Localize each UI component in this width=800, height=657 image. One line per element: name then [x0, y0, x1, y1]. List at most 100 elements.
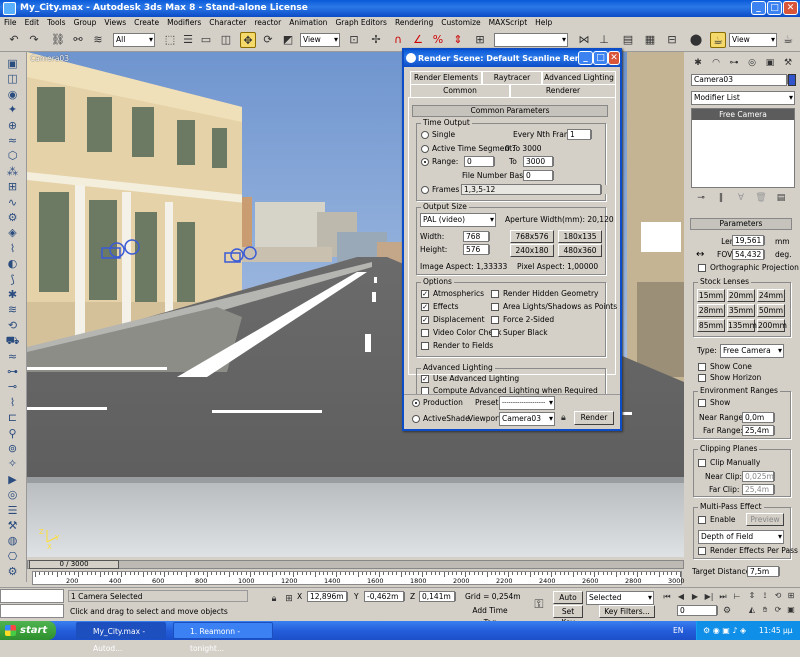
- fracture-icon[interactable]: ✱: [4, 287, 21, 302]
- goto-start-icon[interactable]: ⏮: [661, 591, 673, 603]
- height-spinner[interactable]: 576: [463, 244, 496, 255]
- key-filter-selection-dropdown[interactable]: Selected: [586, 591, 654, 605]
- absolute-mode-icon[interactable]: ⊞: [283, 591, 295, 604]
- tab-advanced-lighting[interactable]: Advanced Lighting: [542, 71, 616, 84]
- multipass-effect-dropdown[interactable]: Depth of Field: [698, 530, 784, 544]
- clip-manually-checkbox[interactable]: [698, 459, 706, 467]
- display-tab-icon[interactable]: ▣: [763, 55, 777, 69]
- range-to-spinner[interactable]: 3000: [523, 156, 560, 167]
- world-icon[interactable]: ◍: [4, 533, 21, 548]
- modify-tab-icon[interactable]: ◠: [709, 55, 723, 69]
- layer-manager-icon[interactable]: ▤: [620, 32, 636, 48]
- select-manipulate-icon[interactable]: ✢: [368, 32, 384, 48]
- object-color-swatch[interactable]: [788, 74, 796, 86]
- hinge-icon[interactable]: ⊸: [4, 379, 21, 394]
- modifier-list-dropdown[interactable]: Modifier List: [691, 91, 795, 105]
- menu-customize[interactable]: Customize: [437, 17, 484, 29]
- configure-sets-icon[interactable]: ▤: [775, 190, 787, 203]
- analyze-icon[interactable]: ◎: [4, 487, 21, 502]
- reference-coordinate-dropdown[interactable]: View: [300, 33, 340, 47]
- y-coordinate-spinner[interactable]: -0,462m: [364, 591, 411, 602]
- maximize-viewport-icon[interactable]: ▣: [785, 604, 797, 616]
- menu-rendering[interactable]: Rendering: [391, 17, 437, 29]
- lens-20mm-button[interactable]: 20mm: [727, 289, 755, 302]
- angle-snap-icon[interactable]: ∠: [410, 32, 426, 48]
- key-mode-icon[interactable]: ⊢: [731, 591, 743, 603]
- camera-type-dropdown[interactable]: Free Camera: [720, 344, 784, 358]
- lens-50mm-button[interactable]: 50mm: [757, 304, 785, 317]
- lens-24mm-button[interactable]: 24mm: [757, 289, 785, 302]
- create-tab-icon[interactable]: ✱: [691, 55, 705, 69]
- render-scene-icon[interactable]: ☕: [710, 32, 726, 48]
- properties-icon[interactable]: ☰: [4, 503, 21, 518]
- tab-render-elements[interactable]: Render Elements: [410, 71, 482, 84]
- window-crossing-icon[interactable]: ◫: [218, 32, 234, 48]
- far-clip-spinner[interactable]: 25,4m: [742, 484, 781, 495]
- unlink-icon[interactable]: ⚯: [70, 32, 86, 48]
- ragdoll-icon[interactable]: ⚲: [4, 426, 21, 441]
- displacement-checkbox[interactable]: ✓: [421, 316, 429, 324]
- spring-icon[interactable]: ⌇: [4, 395, 21, 410]
- nurbs-icon[interactable]: ∿: [4, 195, 21, 210]
- create-spacewarp-icon[interactable]: ≈: [4, 133, 21, 148]
- motion-tab-icon[interactable]: ◎: [745, 55, 759, 69]
- water-icon[interactable]: ≈: [4, 349, 21, 364]
- taskbar-item-winamp[interactable]: 1. Reamonn - tonight...: [173, 622, 273, 653]
- viewport-dropdown[interactable]: Camera03: [499, 412, 555, 426]
- menu-views[interactable]: Views: [100, 17, 130, 29]
- lens-spinner[interactable]: 19,561: [732, 235, 771, 246]
- cloth-icon[interactable]: ⌇: [4, 241, 21, 256]
- every-nth-spinner[interactable]: 1: [567, 129, 598, 140]
- multipass-enable-checkbox[interactable]: [698, 516, 706, 524]
- previous-frame-icon[interactable]: ◀: [675, 591, 687, 603]
- frames-radio[interactable]: [421, 186, 429, 194]
- show-end-result-icon[interactable]: ‖: [715, 190, 727, 203]
- dialog-minimize-button[interactable]: _: [578, 51, 593, 65]
- wind-icon[interactable]: ≋: [4, 302, 21, 317]
- rigid-body-icon[interactable]: ◈: [4, 225, 21, 240]
- utilities-tab-icon[interactable]: ⚒: [781, 55, 795, 69]
- scale-icon[interactable]: ◩: [280, 32, 296, 48]
- lens-15mm-button[interactable]: 15mm: [697, 289, 725, 302]
- make-unique-icon[interactable]: ∀: [735, 190, 747, 203]
- menu-graph-editors[interactable]: Graph Editors: [331, 17, 391, 29]
- stack-item-free-camera[interactable]: Free Camera: [692, 109, 794, 120]
- rope-icon[interactable]: ⟆: [4, 272, 21, 287]
- pivot-center-icon[interactable]: ⊡: [346, 32, 362, 48]
- menu-character[interactable]: Character: [205, 17, 250, 29]
- menu-tools[interactable]: Tools: [43, 17, 69, 29]
- settings-icon[interactable]: ⚙: [4, 564, 21, 579]
- selection-region-icon[interactable]: ▭: [198, 32, 214, 48]
- lens-85mm-button[interactable]: 85mm: [697, 319, 725, 332]
- play-icon[interactable]: ▶: [689, 591, 701, 603]
- preset-dropdown[interactable]: --------------------: [499, 396, 555, 410]
- toy-car-icon[interactable]: ⛟: [4, 333, 21, 348]
- render-effects-checkbox[interactable]: [698, 547, 706, 555]
- menu-help[interactable]: Help: [531, 17, 556, 29]
- pan-camera-icon[interactable]: ✋︎: [759, 604, 771, 616]
- force-2-sided-checkbox[interactable]: [491, 316, 499, 324]
- activeshade-radio[interactable]: [412, 415, 420, 423]
- far-range-spinner[interactable]: 25,4m: [742, 425, 781, 436]
- align-icon[interactable]: ⊥: [596, 32, 612, 48]
- tab-renderer[interactable]: Renderer: [510, 84, 616, 97]
- zoom-extents-icon[interactable]: ⊞: [785, 590, 797, 602]
- single-radio[interactable]: [421, 131, 429, 139]
- lens-200mm-button[interactable]: 200mm: [757, 319, 787, 332]
- menu-modifiers[interactable]: Modifiers: [163, 17, 205, 29]
- remove-modifier-icon[interactable]: 🗑︎: [755, 190, 767, 203]
- menu-file[interactable]: File: [0, 17, 21, 29]
- mirror-icon[interactable]: ⋈: [576, 32, 592, 48]
- create-helper-icon[interactable]: ⊕: [4, 118, 21, 133]
- tab-raytracer[interactable]: Raytracer: [482, 71, 542, 84]
- dashpot-icon[interactable]: ⊏: [4, 410, 21, 425]
- goto-end-icon[interactable]: ⏭: [717, 591, 729, 603]
- x-coordinate-spinner[interactable]: 12,896m: [307, 591, 354, 602]
- percent-snap-icon[interactable]: %: [430, 32, 446, 48]
- menu-maxscript[interactable]: MAXScript: [485, 17, 532, 29]
- next-frame-icon[interactable]: ▶|: [703, 591, 715, 603]
- create-light-icon[interactable]: ✦: [4, 102, 21, 117]
- preset-768x576-button[interactable]: 768x576: [510, 230, 554, 243]
- camera-icon[interactable]: ⎔: [4, 549, 21, 564]
- target-distance-spinner[interactable]: 7,5m: [747, 566, 786, 577]
